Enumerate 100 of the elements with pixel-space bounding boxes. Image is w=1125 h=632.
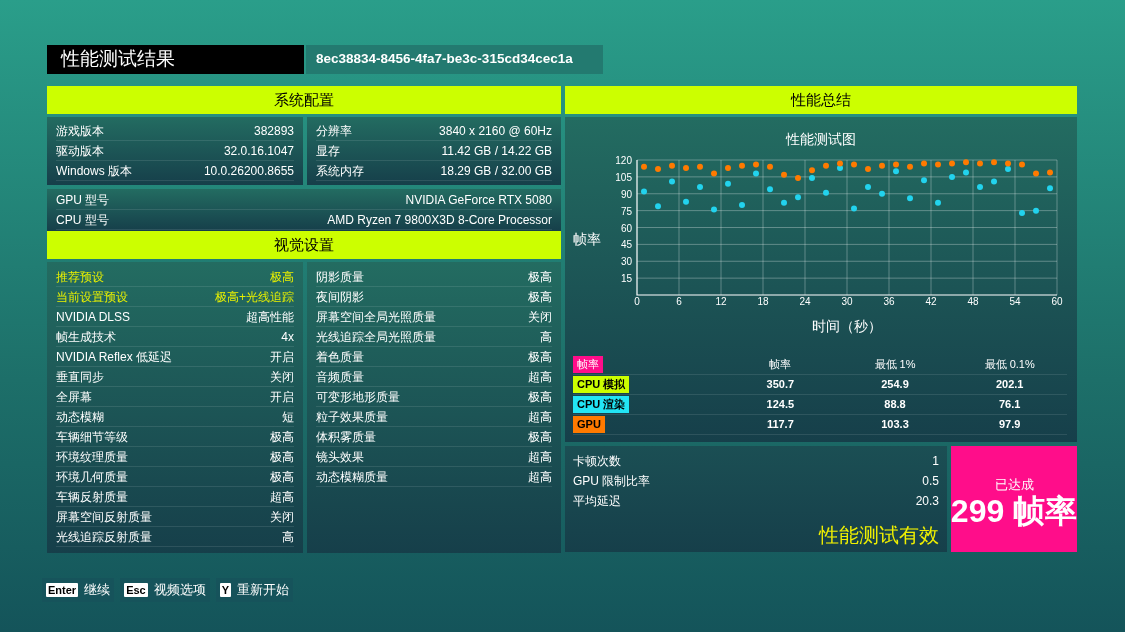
x-tick-label: 0 xyxy=(634,296,640,307)
y-tick-label: 30 xyxy=(620,256,632,268)
setting-label: 夜间阴影 xyxy=(316,288,364,306)
table-cell-text: 202.1 xyxy=(994,377,1025,393)
setting-label: 动态模糊质量 xyxy=(316,468,388,486)
setting-value: 极高 xyxy=(528,268,552,286)
setting-label: 驱动版本 xyxy=(56,142,104,160)
legend-tag: 帧率 xyxy=(573,356,603,373)
x-axis-label: 时间（秒） xyxy=(811,317,883,336)
setting-label: 可变形地形质量 xyxy=(316,388,400,406)
setting-value: 短 xyxy=(282,408,294,426)
y-tick-label: 60 xyxy=(620,222,632,234)
table-cell-text: 76.1 xyxy=(997,397,1022,413)
setting-value: 关闭 xyxy=(270,508,294,526)
key-hint-button[interactable]: Esc 视频选项 xyxy=(120,578,210,602)
y-tick-label: 120 xyxy=(615,155,632,166)
table-cell-text: 254.9 xyxy=(880,377,910,393)
setting-label: 光线追踪反射质量 xyxy=(56,528,152,546)
setting-value: 极高 xyxy=(528,428,552,446)
setting-label: GPU 限制比率 xyxy=(573,473,651,490)
setting-value: 极高+光线追踪 xyxy=(215,288,294,306)
key-hint-button[interactable]: Enter 继续 xyxy=(42,578,115,602)
setting-label: 帧生成技术 xyxy=(56,328,116,346)
x-tick-label: 60 xyxy=(1051,296,1063,307)
setting-label: GPU 型号 xyxy=(56,191,110,209)
setting-value: 超高 xyxy=(528,368,552,386)
setting-value: 超高 xyxy=(528,468,552,486)
setting-value: 382893 xyxy=(253,122,294,140)
x-tick-label: 54 xyxy=(1009,296,1021,307)
setting-value: 开启 xyxy=(270,348,294,366)
setting-value: 超高 xyxy=(528,448,552,466)
series-tag: CPU 渲染 xyxy=(573,396,630,413)
chart-title: 性能测试图 xyxy=(784,130,857,149)
setting-value: 32.0.16.1047 xyxy=(223,142,294,160)
setting-value: 关闭 xyxy=(528,308,552,326)
section-heading: 视觉设置 xyxy=(47,231,561,259)
y-tick-label: 15 xyxy=(620,273,632,285)
x-tick-label: 24 xyxy=(799,296,811,307)
key-hint-label: 视频选项 xyxy=(153,581,206,600)
setting-value: 1 xyxy=(932,453,939,470)
setting-value: 18.29 GB / 32.00 GB xyxy=(440,162,552,180)
setting-label: 全屏幕 xyxy=(56,388,92,406)
setting-value: 超高性能 xyxy=(246,308,294,326)
table-cell-text: 103.3 xyxy=(880,417,910,433)
setting-label: CPU 型号 xyxy=(56,211,109,229)
x-tick-label: 48 xyxy=(967,296,979,307)
setting-label: 垂直同步 xyxy=(56,368,104,386)
setting-label: 平均延迟 xyxy=(573,493,621,510)
validity-status: 性能测试有效 xyxy=(819,523,939,548)
table-cell-text: 97.9 xyxy=(997,417,1022,433)
x-tick-label: 18 xyxy=(757,296,769,307)
setting-value: 高 xyxy=(540,328,552,346)
setting-value: NVIDIA GeForce RTX 5080 xyxy=(405,191,552,209)
achievement-caption: 已达成 xyxy=(994,476,1034,495)
setting-value: 超高 xyxy=(270,488,294,506)
key-hint-label: 继续 xyxy=(84,581,111,600)
setting-label: 粒子效果质量 xyxy=(316,408,388,426)
setting-value: 极高 xyxy=(528,348,552,366)
setting-label: 着色质量 xyxy=(316,348,364,366)
run-id: 8ec38834-8456-4fa7-be3c-315cd34cec1a xyxy=(306,45,603,74)
y-tick-label: 105 xyxy=(615,171,632,183)
key-hint-button[interactable]: Y 重新开始 xyxy=(215,578,294,602)
setting-value: 20.3 xyxy=(915,493,939,510)
setting-label: 环境几何质量 xyxy=(56,468,128,486)
column-header: 最低 1% xyxy=(873,357,917,373)
setting-value: 4x xyxy=(281,328,294,346)
table-cell-text: 124.5 xyxy=(765,397,796,413)
achievement-value: 299 帧率 xyxy=(950,494,1078,527)
key-cap: Enter xyxy=(46,583,79,597)
column-header: 帧率 xyxy=(768,357,793,373)
setting-value: 10.0.26200.8655 xyxy=(203,162,294,180)
y-axis-label: 帧率 xyxy=(573,230,601,249)
setting-label: 游戏版本 xyxy=(56,122,104,140)
setting-label: 当前设置预设 xyxy=(56,288,128,306)
setting-value: 极高 xyxy=(528,388,552,406)
y-tick-label: 45 xyxy=(620,239,632,251)
setting-value: 0.5 xyxy=(922,473,939,490)
setting-label: 系统内存 xyxy=(316,162,364,180)
setting-label: 车辆细节等级 xyxy=(56,428,128,446)
setting-label: Windows 版本 xyxy=(56,162,132,180)
series-tag: GPU xyxy=(573,416,605,433)
setting-value: AMD Ryzen 7 9800X3D 8-Core Processor xyxy=(327,211,552,229)
setting-value: 极高 xyxy=(270,448,294,466)
series-tag: CPU 模拟 xyxy=(573,376,630,393)
setting-label: 环境纹理质量 xyxy=(56,448,128,466)
y-tick-label: 90 xyxy=(620,188,632,200)
setting-label: 分辨率 xyxy=(316,122,352,140)
key-cap: Esc xyxy=(124,583,148,597)
setting-value: 11.42 GB / 14.22 GB xyxy=(441,142,552,160)
setting-label: 体积雾质量 xyxy=(316,428,376,446)
setting-label: 卡顿次数 xyxy=(573,453,621,470)
section-heading: 系统配置 xyxy=(47,86,561,114)
setting-value: 3840 x 2160 @ 60Hz xyxy=(439,122,552,140)
setting-value: 超高 xyxy=(528,408,552,426)
setting-value: 极高 xyxy=(528,288,552,306)
section-heading: 性能总结 xyxy=(565,86,1077,114)
setting-label: 光线追踪全局光照质量 xyxy=(316,328,436,346)
page-title: 性能测试结果 xyxy=(47,45,304,74)
x-tick-label: 12 xyxy=(715,296,727,307)
setting-label: 屏幕空间全局光照质量 xyxy=(316,308,436,326)
